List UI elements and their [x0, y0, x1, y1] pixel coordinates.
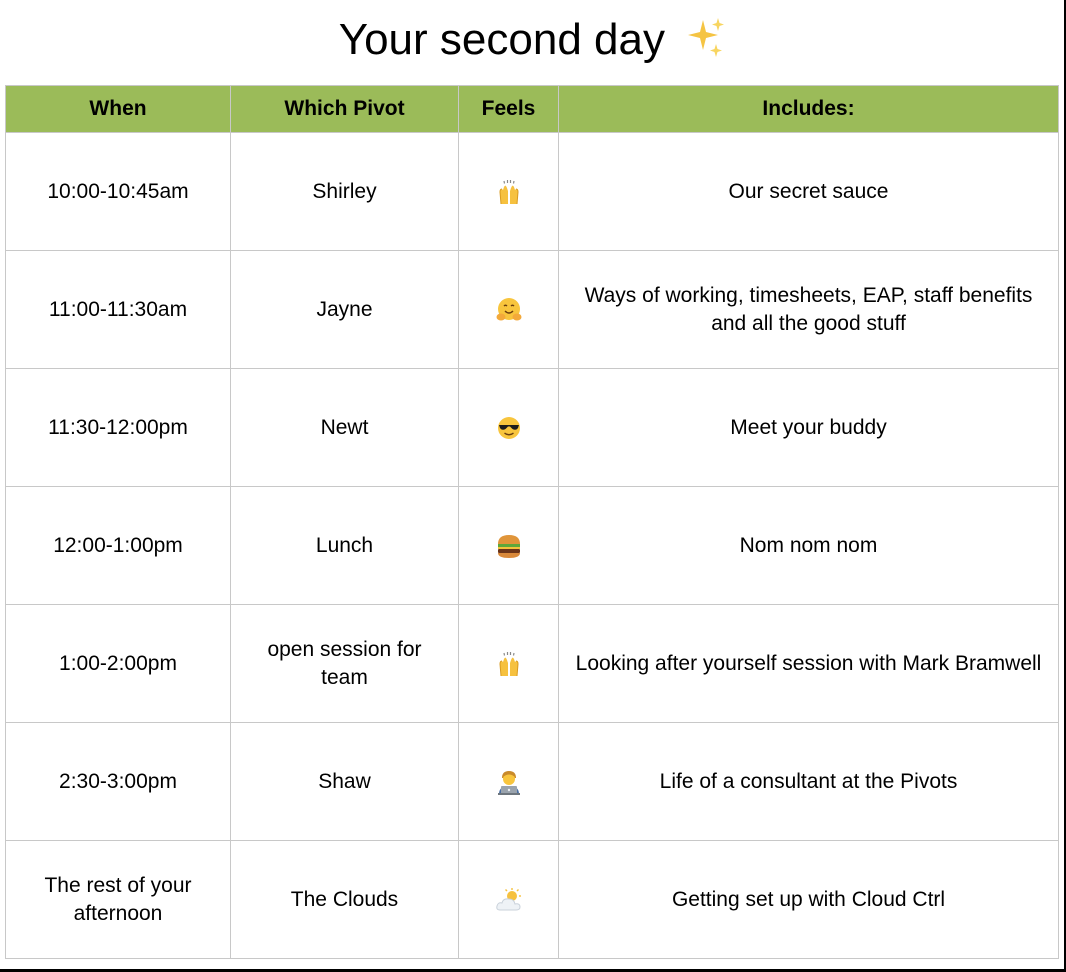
header-which-pivot: Which Pivot	[230, 85, 459, 133]
when-cell: 2:30-3:00pm	[5, 722, 231, 841]
when-cell: 10:00-10:45am	[5, 132, 231, 251]
feels-cell	[458, 132, 559, 251]
feels-cell	[458, 604, 559, 723]
feels-cell	[458, 250, 559, 369]
table-row: 12:00-1:00pm Lunch Nom nom nom	[5, 486, 1059, 605]
page-title: Your second day	[338, 15, 665, 64]
table-row: 10:00-10:45am Shirley Our secret sauce	[5, 132, 1059, 251]
table-row: The rest of your afternoon The Clouds Ge…	[5, 840, 1059, 959]
includes-cell: Life of a consultant at the Pivots	[558, 722, 1059, 841]
pivot-cell: Shirley	[230, 132, 459, 251]
table-row: 2:30-3:00pm Shaw Life of a consultant at…	[5, 722, 1059, 841]
includes-cell: Meet your buddy	[558, 368, 1059, 487]
pivot-cell: The Clouds	[230, 840, 459, 959]
pivot-cell: Shaw	[230, 722, 459, 841]
when-cell: The rest of your afternoon	[5, 840, 231, 959]
header-includes: Includes:	[558, 85, 1059, 133]
when-cell: 11:30-12:00pm	[5, 368, 231, 487]
feels-cell	[458, 722, 559, 841]
pivot-cell: Lunch	[230, 486, 459, 605]
technologist-icon	[497, 770, 520, 795]
includes-cell: Nom nom nom	[558, 486, 1059, 605]
table-row: 11:30-12:00pm Newt Meet your buddy	[5, 368, 1059, 487]
table-row: 11:00-11:30am Jayne Ways of working, tim…	[5, 250, 1059, 369]
when-cell: 11:00-11:30am	[5, 250, 231, 369]
feels-cell	[458, 840, 559, 959]
pivot-cell: open session for team	[230, 604, 459, 723]
header-row: When Which Pivot Feels Includes:	[5, 85, 1059, 133]
table-row: 1:00-2:00pm open session for team Lookin…	[5, 604, 1059, 723]
hugging-face-icon	[496, 297, 521, 321]
includes-cell: Getting set up with Cloud Ctrl	[558, 840, 1059, 959]
feels-cell	[458, 368, 559, 487]
includes-cell: Ways of working, timesheets, EAP, staff …	[558, 250, 1059, 369]
includes-cell: Looking after yourself session with Mark…	[558, 604, 1059, 723]
includes-cell: Our secret sauce	[558, 132, 1059, 251]
header-when: When	[5, 85, 231, 133]
header-feels: Feels	[458, 85, 559, 133]
pivot-cell: Newt	[230, 368, 459, 487]
feels-cell	[458, 486, 559, 605]
raised-hands-icon	[498, 651, 519, 676]
when-cell: 12:00-1:00pm	[5, 486, 231, 605]
pivot-cell: Jayne	[230, 250, 459, 369]
sparkles-icon	[683, 18, 727, 63]
schedule-table: When Which Pivot Feels Includes: 10:00-1…	[5, 85, 1059, 959]
when-cell: 1:00-2:00pm	[5, 604, 231, 723]
sun-behind-cloud-icon	[495, 887, 521, 911]
sunglasses-face-icon	[497, 416, 520, 439]
hamburger-icon	[497, 534, 520, 558]
page-title-row: Your second day	[0, 10, 1066, 71]
raised-hands-icon	[498, 179, 519, 204]
